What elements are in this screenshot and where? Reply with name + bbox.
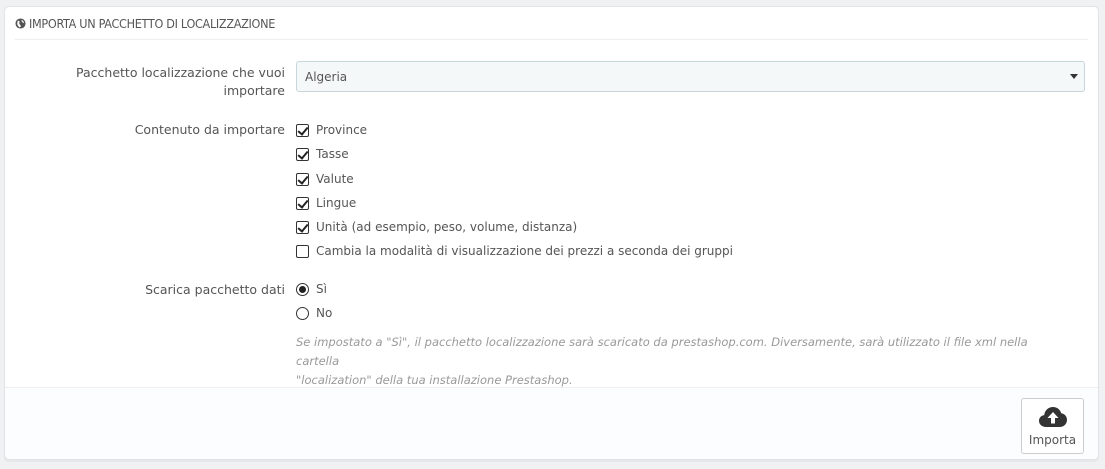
- checkbox-option-price-display[interactable]: Cambia la modalità di visualizzazione de…: [296, 243, 733, 259]
- checkbox-label: Cambia la modalità di visualizzazione de…: [316, 244, 733, 258]
- radio-yes[interactable]: [296, 282, 309, 296]
- checkbox-label: Province: [316, 123, 368, 137]
- globe-icon: [15, 17, 26, 29]
- help-line1: Se impostato a "Sì", il pacchetto locali…: [296, 335, 1028, 368]
- checkbox-province[interactable]: [296, 123, 309, 137]
- checkbox-label: Valute: [316, 172, 354, 186]
- radio-label: Sì: [316, 282, 327, 296]
- pack-label-line2: importare: [223, 83, 286, 98]
- checkbox-label: Lingue: [316, 196, 357, 210]
- radio-no[interactable]: [296, 306, 309, 320]
- checkbox-option-tasse[interactable]: Tasse: [296, 146, 349, 162]
- pack-label-line1: Pacchetto localizzazione che vuoi: [76, 65, 285, 80]
- radio-option-no[interactable]: No: [296, 305, 332, 321]
- checkbox-lingue[interactable]: [296, 196, 309, 210]
- checkbox-option-units[interactable]: Unità (ad esempio, peso, volume, distanz…: [296, 219, 577, 235]
- pack-label: Pacchetto localizzazione che vuoi import…: [35, 64, 285, 100]
- checkbox-option-lingue[interactable]: Lingue: [296, 195, 356, 211]
- content-label: Contenuto da importare: [134, 122, 285, 137]
- download-help-text: Se impostato a "Sì", il pacchetto locali…: [296, 333, 1056, 390]
- checkbox-units[interactable]: [296, 220, 309, 234]
- checkbox-label: Unità (ad esempio, peso, volume, distanz…: [316, 220, 578, 234]
- localization-pack-select[interactable]: Algeria: [296, 61, 1085, 92]
- checkbox-valute[interactable]: [296, 172, 309, 186]
- checkbox-option-province[interactable]: Province: [296, 122, 367, 138]
- panel-heading: IMPORTA UN PACCHETTO DI LOCALIZZAZIONE: [15, 7, 1088, 40]
- radio-option-yes[interactable]: Sì: [296, 281, 327, 297]
- panel-footer: Importa: [5, 387, 1098, 459]
- chevron-down-icon: [1070, 74, 1078, 79]
- panel-title: IMPORTA UN PACCHETTO DI LOCALIZZAZIONE: [29, 15, 275, 31]
- checkbox-label: Tasse: [316, 147, 349, 161]
- checkbox-option-valute[interactable]: Valute: [296, 171, 354, 187]
- select-value: Algeria: [305, 69, 348, 84]
- download-label: Scarica pacchetto dati: [145, 282, 285, 297]
- checkbox-price-display[interactable]: [296, 244, 309, 258]
- checkbox-tasse[interactable]: [296, 147, 309, 161]
- import-localization-panel: IMPORTA UN PACCHETTO DI LOCALIZZAZIONE P…: [4, 6, 1099, 460]
- cloud-upload-icon: [1038, 406, 1067, 427]
- import-button[interactable]: Importa: [1021, 398, 1084, 454]
- import-button-label: Importa: [1028, 432, 1077, 447]
- radio-label: No: [316, 306, 333, 320]
